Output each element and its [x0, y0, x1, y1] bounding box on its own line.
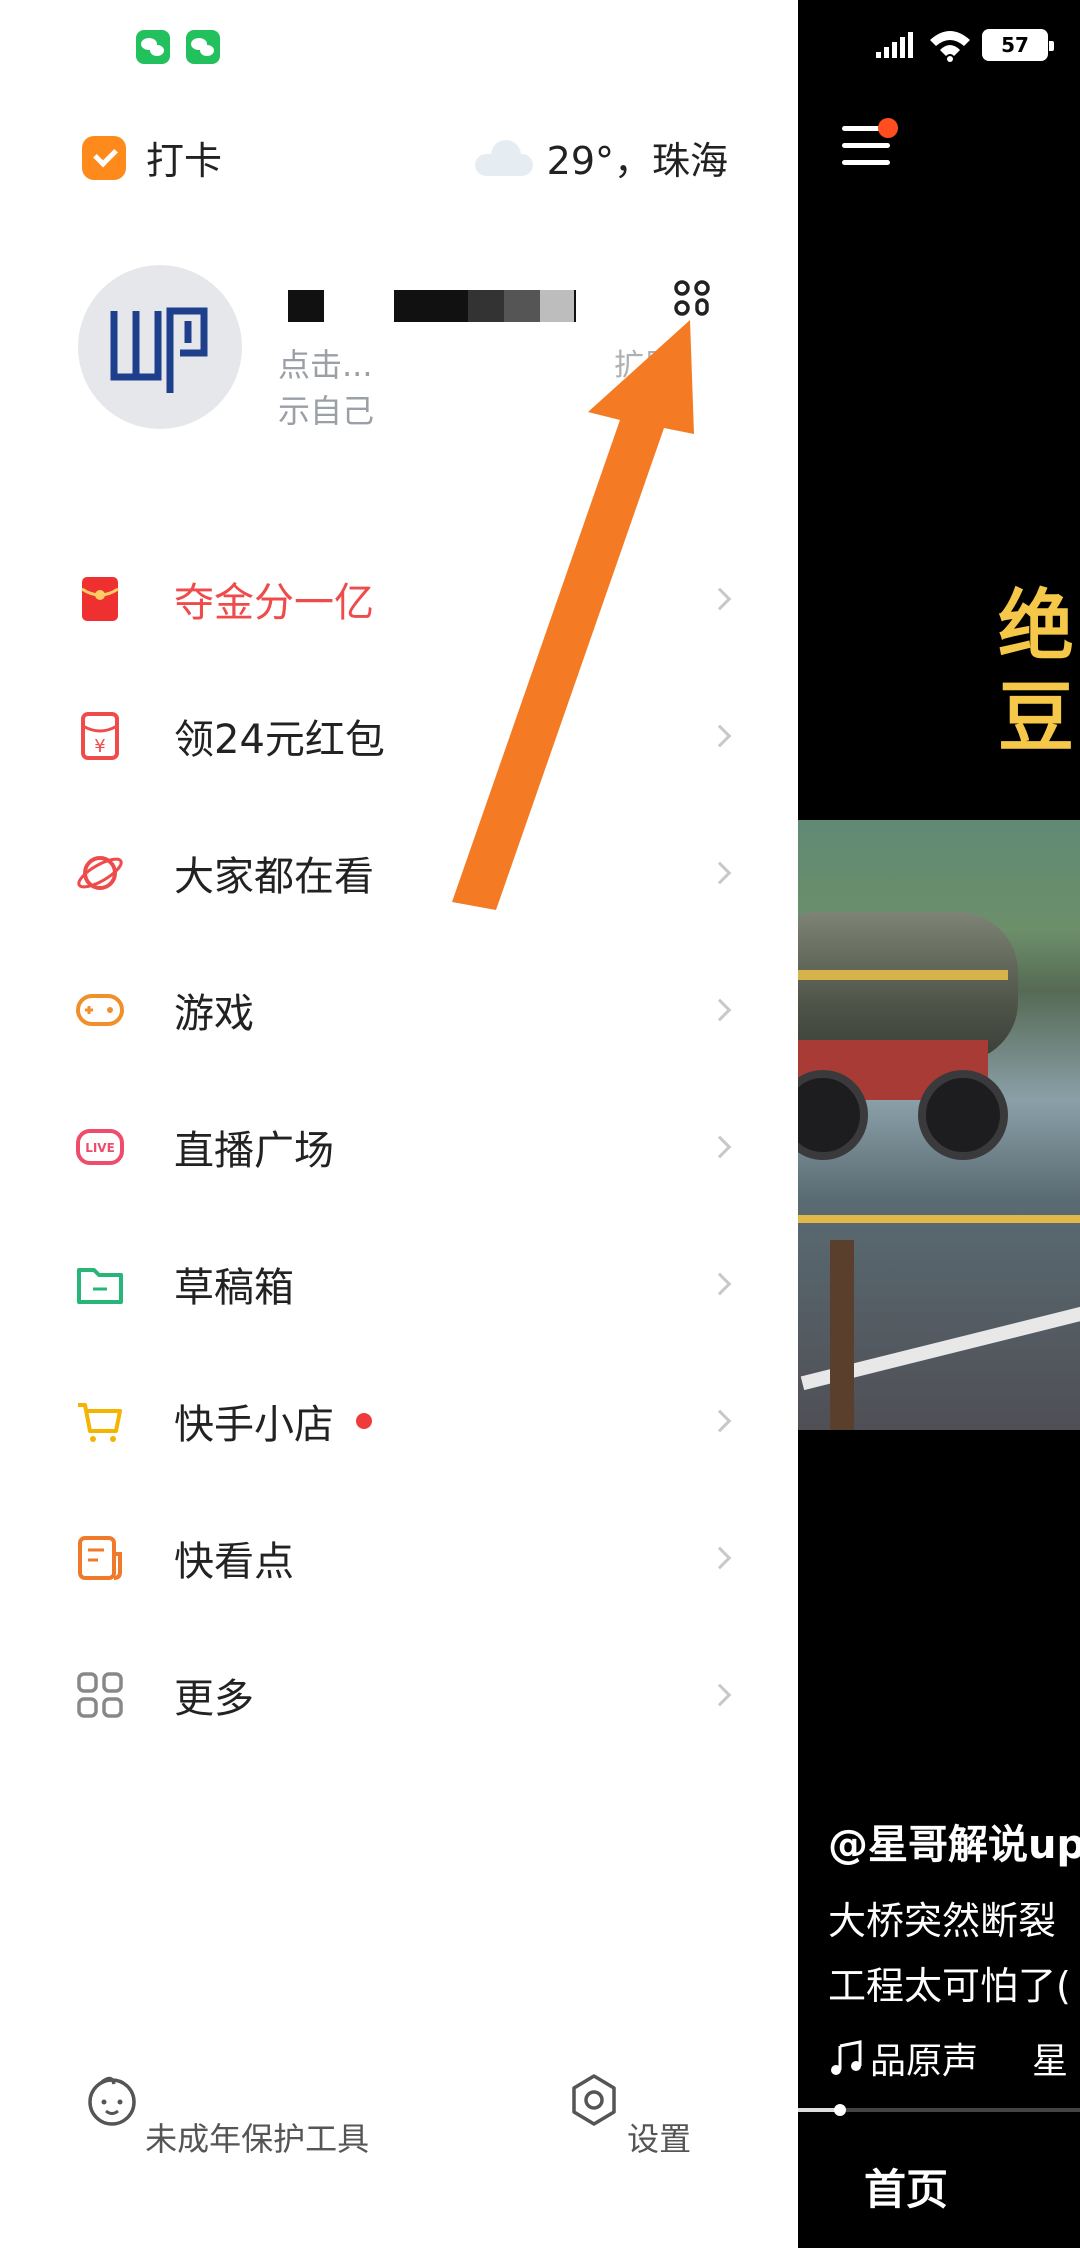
nav-home-tab[interactable]: 首页: [864, 2156, 948, 2217]
settings-button[interactable]: 设置: [566, 2072, 691, 2160]
video-frame[interactable]: [798, 820, 1080, 1430]
menu-item-trending[interactable]: 大家都在看: [0, 804, 798, 941]
profile-subtitle: 点击...: [278, 346, 373, 384]
coupon-icon: ¥: [81, 712, 119, 760]
svg-text:LIVE: LIVE: [85, 1141, 115, 1155]
settings-label: 设置: [627, 2120, 692, 2158]
menu-item-red-packet[interactable]: ¥ 领24元红包: [0, 667, 798, 804]
wechat-notification-icon: [186, 30, 220, 64]
redacted-username: [468, 290, 504, 322]
notification-dot: [356, 1412, 372, 1429]
weather-widget[interactable]: 29°，珠海: [474, 130, 728, 185]
menu-item-games[interactable]: 游戏: [0, 941, 798, 1078]
chevron-right-icon: [708, 1546, 732, 1569]
menu-item-gold[interactable]: 夺金分一亿: [0, 530, 798, 667]
chevron-right-icon: [708, 998, 732, 1021]
wechat-notification-icon: [136, 30, 170, 64]
wifi-icon: [930, 31, 970, 62]
menu-item-shop[interactable]: 快手小店: [0, 1352, 798, 1489]
video-progress-handle[interactable]: [834, 2104, 847, 2116]
video-road-line: [798, 1215, 1080, 1223]
minor-protection-button[interactable]: 未成年保护工具: [84, 2072, 369, 2160]
battery-indicator: 57: [982, 29, 1054, 61]
redacted-username: [540, 290, 574, 322]
video-wheel: [918, 1070, 1008, 1160]
menu-item-label: 快看点: [174, 1538, 294, 1585]
music-info[interactable]: 品原声 星: [828, 2032, 1068, 2084]
gamepad-icon: [76, 994, 124, 1026]
menu-item-more[interactable]: 更多: [0, 1626, 798, 1763]
chevron-right-icon: [708, 587, 732, 610]
grid-icon: [77, 1672, 123, 1718]
checkin-button[interactable]: 打卡: [82, 130, 222, 185]
avatar-logo-icon: [110, 307, 208, 393]
video-truck-stripe: [798, 970, 1008, 980]
video-post: [830, 1240, 854, 1430]
chevron-right-icon: [708, 1409, 732, 1432]
title-line: 豆: [998, 673, 1074, 762]
video-feed-panel[interactable]: 57 绝 豆 @星哥解说up 大桥突然断裂 工程太可怕了( 品原声 星 首页: [798, 0, 1080, 2248]
news-icon: [78, 1536, 122, 1580]
expand-icon[interactable]: [672, 278, 712, 318]
video-progress-bar[interactable]: [798, 2104, 1080, 2116]
chevron-right-icon: [708, 1135, 732, 1158]
expand-label: 扩展: [614, 348, 674, 383]
video-author[interactable]: @星哥解说up: [828, 1812, 1080, 1870]
music-name-scroll: 星: [1032, 2041, 1069, 2082]
menu-item-label: 直播广场: [174, 1127, 334, 1174]
planet-icon: [77, 856, 123, 890]
notification-dot: [878, 118, 898, 138]
status-bar: 57: [876, 28, 1054, 62]
music-name: 品原声: [870, 2041, 979, 2082]
checkin-icon: [82, 135, 126, 180]
video-description: 大桥突然断裂: [828, 1899, 1057, 1943]
chevron-right-icon: [708, 1683, 732, 1706]
minor-protection-label: 未成年保护工具: [145, 2120, 370, 2158]
profile-subtitle: 示自己: [278, 392, 375, 430]
svg-text:¥: ¥: [94, 736, 105, 757]
drawer-menu: 夺金分一亿 ¥ 领24元红包 大家都在看 游戏 LIVE 直播广场 草稿箱 快手…: [0, 530, 798, 1763]
signal-icon: [876, 32, 916, 58]
cloud-icon: [474, 139, 533, 176]
menu-item-label: 夺金分一亿: [174, 579, 374, 626]
cart-icon: [78, 1403, 122, 1442]
video-title-overlay: 绝 豆: [998, 580, 1074, 764]
menu-item-label: 草稿箱: [174, 1264, 294, 1311]
redacted-username: [504, 290, 540, 322]
menu-item-kankandian[interactable]: 快看点: [0, 1489, 798, 1626]
side-drawer: 打卡 29°，珠海 点击... 示自己 扩展 夺金分一亿 ¥ 领24元红包 大家…: [0, 0, 798, 2248]
redacted-username: [288, 290, 324, 322]
menu-item-label: 更多: [174, 1675, 254, 1722]
folder-icon: [77, 1268, 123, 1304]
child-face-icon: [88, 2076, 136, 2126]
chevron-right-icon: [708, 724, 732, 747]
bottom-nav: 首页: [798, 2120, 1080, 2248]
video-description: 工程太可怕了(: [828, 1964, 1071, 2008]
menu-item-live[interactable]: LIVE 直播广场: [0, 1078, 798, 1215]
redacted-username: [394, 290, 468, 322]
checkin-label: 打卡: [146, 139, 223, 183]
chevron-right-icon: [708, 1272, 732, 1295]
menu-item-drafts[interactable]: 草稿箱: [0, 1215, 798, 1352]
menu-item-label: 领24元红包: [174, 716, 385, 763]
gear-icon: [572, 2074, 616, 2126]
chevron-right-icon: [708, 861, 732, 884]
menu-item-label: 游戏: [174, 990, 254, 1037]
music-note-icon: [831, 2040, 862, 2075]
weather-text: 29°，珠海: [546, 139, 728, 183]
menu-item-label: 大家都在看: [174, 853, 374, 900]
red-envelope-icon: [81, 577, 119, 621]
title-line: 绝: [998, 581, 1074, 670]
avatar[interactable]: [78, 265, 242, 429]
menu-item-label: 快手小店: [174, 1401, 334, 1448]
live-icon: LIVE: [76, 1129, 124, 1165]
